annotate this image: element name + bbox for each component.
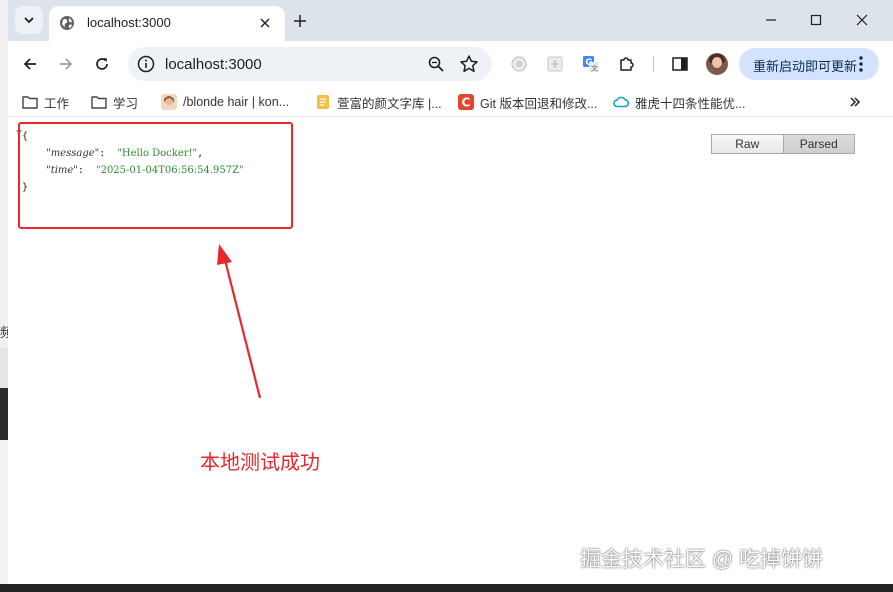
close-icon — [856, 14, 868, 26]
bookmark-star-icon[interactable] — [459, 54, 479, 74]
plus-icon — [294, 15, 306, 27]
extension-button[interactable] — [509, 54, 529, 74]
tab-strip: localhost:3000 — [8, 0, 893, 41]
avatar-bookmark-icon — [161, 94, 177, 110]
cloud-icon — [613, 96, 629, 108]
folder-icon — [22, 96, 38, 109]
watermark: 掘金技术社区 @ 吃掉饼饼 — [580, 548, 823, 571]
svg-text:C: C — [462, 96, 471, 110]
update-button-label: 重新启动即可更新 — [753, 59, 858, 74]
arrow-right-icon — [60, 58, 73, 70]
annotation-arrow — [217, 244, 262, 399]
bookmark-label: 雅虎十四条性能优... — [635, 96, 746, 111]
avatar-face — [712, 57, 722, 68]
zoom-icon[interactable] — [427, 55, 445, 73]
bookmark-item[interactable]: 萱富的颜文字库 |... — [315, 93, 442, 111]
extension-icon-1 — [511, 56, 527, 72]
bookmark-item[interactable]: /blonde hair | kon... — [161, 93, 289, 111]
address-bar[interactable]: localhost:3000 — [128, 47, 492, 81]
json-view-toggle: Raw Parsed — [711, 134, 855, 154]
translate-extension-button[interactable]: G文 — [581, 54, 601, 74]
tab-search-button[interactable] — [15, 6, 43, 34]
close-icon — [260, 18, 270, 28]
window-close-button[interactable] — [848, 8, 876, 32]
raw-view-button[interactable]: Raw — [712, 135, 783, 153]
puzzle-icon — [620, 57, 634, 71]
annotation-highlight-box — [18, 122, 293, 229]
double-chevron-right-icon — [850, 97, 861, 107]
bookmark-item[interactable]: C Git 版本回退和修改... — [458, 93, 597, 111]
browser-toolbar: localhost:3000 G文 重新启动即可更新 — [8, 41, 893, 87]
bookmark-label: /blonde hair | kon... — [183, 95, 290, 109]
tab-title: localhost:3000 — [87, 15, 171, 30]
extensions-menu-button[interactable] — [617, 54, 637, 74]
side-panel-icon — [672, 57, 688, 71]
forward-button[interactable] — [54, 52, 78, 76]
back-button[interactable] — [18, 52, 42, 76]
bookmarks-overflow-button[interactable] — [846, 93, 864, 111]
active-tab[interactable]: localhost:3000 — [49, 6, 285, 41]
bookmark-folder-study[interactable]: 学习 — [91, 93, 138, 111]
bookmark-label: 萱富的颜文字库 |... — [337, 96, 442, 111]
svg-text:文: 文 — [591, 64, 598, 73]
maximize-icon — [810, 14, 822, 26]
kebab-menu-icon — [859, 56, 863, 72]
minimize-button[interactable] — [757, 8, 785, 32]
profile-avatar[interactable] — [706, 53, 728, 75]
browser-window: localhost:3000 localhost:3000 G 文 重新启动即可… — [8, 0, 893, 584]
url-text: localhost:3000 — [165, 56, 262, 73]
update-button[interactable]: 重新启动即可更新 — [739, 48, 879, 80]
reload-button[interactable] — [90, 52, 114, 76]
page-content: { "message": "Hello Docker!", "time": "2… — [8, 118, 893, 584]
annotation-text: 本地测试成功 — [200, 452, 320, 474]
bookmark-folder-work[interactable]: 工作 — [22, 93, 69, 111]
extension-icon-2 — [547, 56, 563, 72]
bookmark-label: 学习 — [113, 96, 139, 111]
globe-icon — [60, 16, 74, 30]
minimize-icon — [766, 19, 776, 21]
new-tab-button[interactable] — [289, 10, 311, 32]
bookmarks-bar: 工作 学习 /blonde hair | kon... 萱富的颜文字库 |...… — [8, 87, 893, 117]
bookmark-label: 工作 — [44, 96, 70, 111]
arrow-left-icon — [23, 58, 36, 70]
info-icon — [137, 55, 155, 73]
tab-close-button[interactable] — [255, 13, 275, 33]
csdn-icon: C — [458, 94, 474, 110]
translate-icon: G文 — [583, 56, 599, 73]
reload-icon — [96, 58, 108, 70]
taskbar-edge — [0, 584, 893, 592]
maximize-button[interactable] — [802, 8, 830, 32]
folder-icon — [91, 96, 107, 109]
extension-button[interactable] — [545, 54, 565, 74]
side-panel-button[interactable] — [670, 54, 690, 74]
parsed-view-button[interactable]: Parsed — [782, 135, 854, 153]
toolbar-separator — [653, 56, 654, 72]
chevron-down-icon — [24, 17, 34, 24]
bookmark-item[interactable]: 雅虎十四条性能优... — [613, 93, 745, 111]
bookmark-label: Git 版本回退和修改... — [480, 96, 598, 111]
doc-bookmark-icon — [317, 95, 329, 109]
